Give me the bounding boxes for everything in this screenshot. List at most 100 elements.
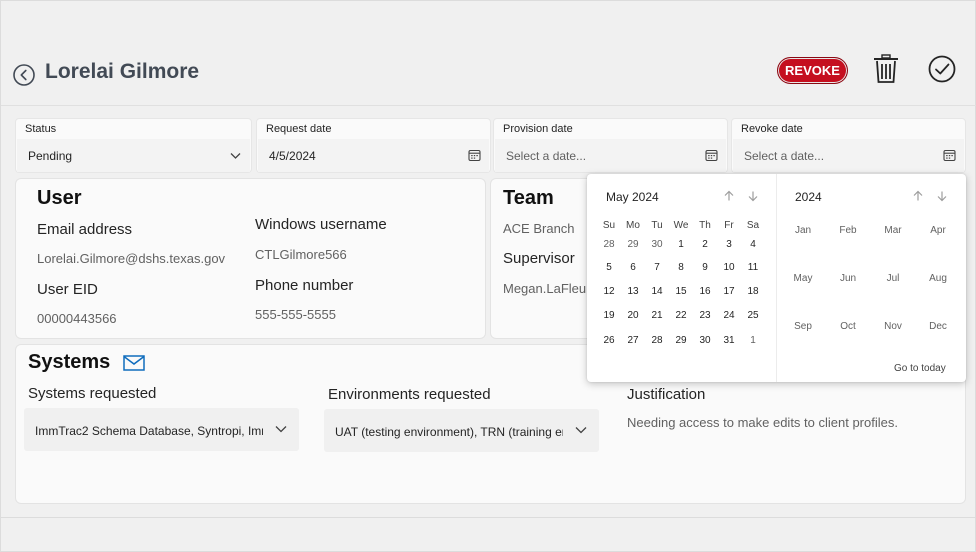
request-date-field[interactable]: Request date 4/5/2024 — [256, 118, 491, 173]
calendar-day[interactable]: 5 — [597, 258, 621, 278]
footer-divider — [1, 517, 976, 518]
calendar-month[interactable]: May — [783, 273, 823, 284]
status-dropdown[interactable]: Pending — [17, 139, 250, 172]
request-date-value: 4/5/2024 — [269, 149, 316, 163]
calendar-day[interactable]: 1 — [669, 235, 693, 255]
request-date-input[interactable]: 4/5/2024 — [258, 139, 489, 172]
trash-icon[interactable] — [872, 54, 900, 84]
chevron-down-icon[interactable] — [575, 425, 587, 435]
day-of-week-label: We — [673, 220, 689, 231]
calendar-icon[interactable] — [705, 149, 718, 162]
calendar-month[interactable]: Jan — [783, 225, 823, 236]
calendar-month[interactable]: Feb — [828, 225, 868, 236]
calendar-day[interactable]: 16 — [693, 282, 717, 302]
justification-label: Justification — [627, 386, 706, 403]
calendar-month[interactable]: Dec — [918, 321, 958, 332]
provision-date-placeholder: Select a date... — [506, 149, 587, 163]
calendar-month[interactable]: Oct — [828, 321, 868, 332]
arrow-up-icon[interactable] — [912, 190, 924, 202]
supervisor-value: Megan.LaFleur — [503, 281, 591, 296]
date-picker-popup: May 2024 Su Mo Tu We Th Fr Sa 28 29 30 1 2 3 4 5 6 7 8 9 1… — [587, 174, 966, 382]
provision-date-input[interactable]: Select a date... — [495, 139, 726, 172]
calendar-day[interactable]: 28 — [645, 331, 669, 351]
day-of-week-label: Fr — [724, 220, 734, 231]
calendar-day[interactable]: 10 — [717, 258, 741, 278]
calendar-day[interactable]: 15 — [669, 282, 693, 302]
calendar-day[interactable]: 19 — [597, 306, 621, 326]
windows-username-label: Windows username — [255, 216, 387, 233]
calendar-month[interactable]: Aug — [918, 273, 958, 284]
calendar-day[interactable]: 27 — [621, 331, 645, 351]
systems-card-title: Systems — [28, 351, 111, 373]
day-of-week-label: Mo — [626, 220, 640, 231]
calendar-day[interactable]: 23 — [693, 306, 717, 326]
calendar-day[interactable]: 29 — [669, 331, 693, 351]
calendar-icon[interactable] — [468, 149, 481, 162]
calendar-day[interactable]: 1 — [741, 331, 765, 351]
calendar-month[interactable]: Sep — [783, 321, 823, 332]
calendar-year-title[interactable]: 2024 — [795, 190, 822, 204]
revoke-button[interactable]: REVOKE — [777, 57, 848, 84]
calendar-month[interactable]: Apr — [918, 225, 958, 236]
back-icon[interactable] — [13, 64, 35, 86]
mail-icon[interactable] — [123, 355, 145, 371]
calendar-day[interactable]: 30 — [693, 331, 717, 351]
calendar-day[interactable]: 7 — [645, 258, 669, 278]
branch-value: ACE Branch — [503, 221, 575, 236]
go-to-today-link[interactable]: Go to today — [894, 363, 946, 374]
chevron-down-icon[interactable] — [275, 424, 287, 434]
calendar-day[interactable]: 18 — [741, 282, 765, 302]
calendar-day[interactable]: 6 — [621, 258, 645, 278]
email-value: Lorelai.Gilmore@dshs.texas.gov — [37, 251, 226, 266]
calendar-day[interactable]: 29 — [621, 235, 645, 255]
calendar-day[interactable]: 28 — [597, 235, 621, 255]
systems-requested-value: ImmTrac2 Schema Database, Syntropi, ImmT… — [35, 424, 299, 438]
arrow-up-icon[interactable] — [723, 190, 735, 202]
calendar-day[interactable]: 9 — [693, 258, 717, 278]
calendar-day[interactable]: 30 — [645, 235, 669, 255]
environments-requested-dropdown[interactable]: UAT (testing environment), TRN (training… — [324, 409, 599, 452]
calendar-month[interactable]: Nov — [873, 321, 913, 332]
calendar-day[interactable]: 11 — [741, 258, 765, 278]
arrow-down-icon[interactable] — [936, 190, 948, 202]
checkmark-circle-icon[interactable] — [927, 54, 957, 84]
arrow-down-icon[interactable] — [747, 190, 759, 202]
calendar-day[interactable]: 14 — [645, 282, 669, 302]
day-of-week-label: Tu — [651, 220, 663, 231]
calendar-month[interactable]: Jul — [873, 273, 913, 284]
calendar-day[interactable]: 17 — [717, 282, 741, 302]
provision-date-label: Provision date — [503, 123, 573, 135]
calendar-day[interactable]: 20 — [621, 306, 645, 326]
provision-date-field[interactable]: Provision date Select a date... — [493, 118, 728, 173]
calendar-day[interactable]: 2 — [693, 235, 717, 255]
calendar-icon[interactable] — [943, 149, 956, 162]
calendar-month[interactable]: Mar — [873, 225, 913, 236]
calendar-day[interactable]: 8 — [669, 258, 693, 278]
environments-requested-label: Environments requested — [328, 386, 491, 403]
environments-requested-value: UAT (testing environment), TRN (training… — [335, 425, 599, 439]
chevron-down-icon[interactable] — [229, 149, 242, 162]
revoke-date-field[interactable]: Revoke date Select a date... — [731, 118, 966, 173]
calendar-month-title[interactable]: May 2024 — [606, 190, 659, 204]
calendar-day[interactable]: 22 — [669, 306, 693, 326]
revoke-date-label: Revoke date — [741, 123, 803, 135]
calendar-day[interactable]: 13 — [621, 282, 645, 302]
calendar-day[interactable]: 26 — [597, 331, 621, 351]
calendar-day[interactable]: 25 — [741, 306, 765, 326]
revoke-date-input[interactable]: Select a date... — [733, 139, 964, 172]
user-card-title: User — [37, 187, 82, 209]
calendar-day[interactable]: 31 — [717, 331, 741, 351]
app-frame: Lorelai Gilmore REVOKE Status Pending Re… — [0, 0, 976, 552]
windows-username-value: CTLGilmore566 — [255, 247, 347, 262]
supervisor-label: Supervisor — [503, 250, 575, 267]
calendar-month[interactable]: Jun — [828, 273, 868, 284]
calendar-day[interactable]: 12 — [597, 282, 621, 302]
eid-value: 00000443566 — [37, 311, 117, 326]
calendar-day[interactable]: 4 — [741, 235, 765, 255]
calendar-divider — [776, 174, 777, 382]
calendar-day[interactable]: 21 — [645, 306, 669, 326]
status-field[interactable]: Status Pending — [15, 118, 252, 173]
systems-requested-dropdown[interactable]: ImmTrac2 Schema Database, Syntropi, ImmT… — [24, 408, 299, 451]
calendar-day[interactable]: 3 — [717, 235, 741, 255]
calendar-day[interactable]: 24 — [717, 306, 741, 326]
